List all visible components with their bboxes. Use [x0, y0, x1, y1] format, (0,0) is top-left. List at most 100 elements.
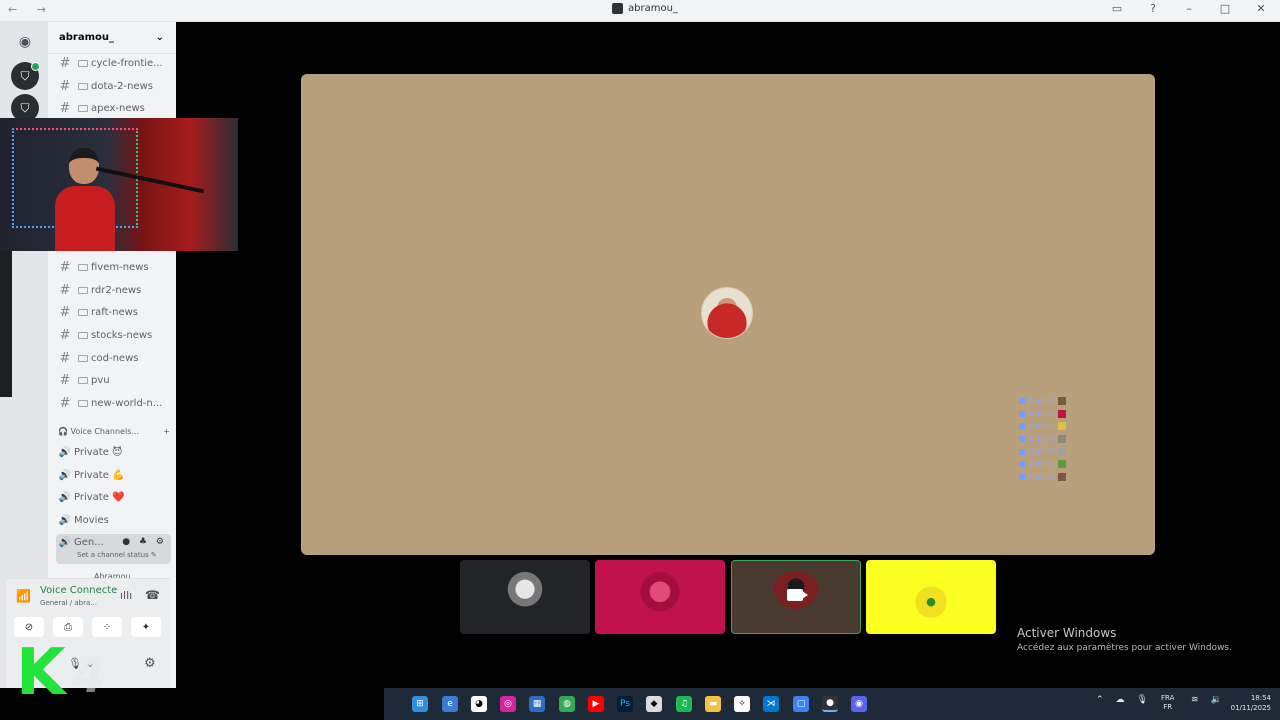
voice-channel-item[interactable]: 🔊 Private ❤️: [56, 487, 171, 507]
channel-label: raft-news: [91, 306, 138, 318]
language-code: FRA: [1161, 694, 1175, 702]
screen-share-button[interactable]: ⎙: [53, 617, 83, 637]
add-channel-button[interactable]: +: [163, 427, 170, 436]
discord-icon[interactable]: ◉: [851, 696, 867, 712]
help-icon[interactable]: ?: [1144, 2, 1162, 15]
streamer-head: [69, 148, 99, 184]
chat-badge-icon: [1019, 448, 1025, 455]
voice-channel-item[interactable]: 🔊 Movies: [56, 510, 171, 530]
system-tray: ⌃ ☁ 🎙: [1096, 695, 1148, 705]
chat-line: Arabia7: [1019, 471, 1067, 484]
participant-tile[interactable]: [460, 560, 590, 634]
chat-badge-icon: [1019, 461, 1025, 468]
participant-tile-self[interactable]: [731, 560, 861, 634]
channel-item[interactable]: # rdr2-news: [56, 280, 171, 300]
maximize-icon[interactable]: □: [1216, 2, 1234, 15]
voice-channel-item[interactable]: 🔊 Private 😈: [56, 442, 171, 462]
photoshop-icon[interactable]: Ps: [617, 696, 633, 712]
wifi-icon[interactable]: ≋: [1191, 695, 1199, 705]
channel-item[interactable]: # cycle-frontie...: [56, 53, 171, 73]
close-icon[interactable]: ✕: [1252, 2, 1270, 15]
video-camera-icon[interactable]: [787, 589, 808, 601]
cloud-icon[interactable]: ☁: [1116, 695, 1125, 705]
voice-category-label: Voice Channels...: [70, 427, 139, 436]
soundboard-button[interactable]: ✦: [131, 617, 161, 637]
vscode-icon[interactable]: ⋊: [763, 696, 779, 712]
chevron-up-icon[interactable]: ⌃: [1096, 695, 1104, 705]
voice-channel-label: Movies: [74, 514, 109, 526]
disconnect-icon[interactable]: ☎: [145, 588, 160, 602]
chrome-icon[interactable]: ◍: [559, 696, 575, 712]
chat-emote-icon: [1058, 397, 1067, 406]
voice-category[interactable]: 🎧 Voice Channels... +: [58, 427, 170, 436]
volume-icon[interactable]: 🔉: [1211, 695, 1222, 705]
voice-channel-item[interactable]: 🔊 Private 💪: [56, 465, 171, 485]
channel-item[interactable]: # stocks-news: [56, 325, 171, 345]
edge-icon[interactable]: e: [442, 696, 458, 712]
k4-logo-4: 4: [71, 648, 105, 704]
channel-item[interactable]: # cod-news: [56, 348, 171, 368]
channel-item[interactable]: # raft-news: [56, 302, 171, 322]
activate-windows-subtitle: Accédez aux paramètres pour activer Wind…: [1017, 643, 1232, 653]
spotify-icon[interactable]: ♫: [676, 696, 692, 712]
chat-badge-icon: [1019, 398, 1025, 405]
hash-icon: #: [59, 327, 71, 343]
instagram-icon[interactable]: ◎: [500, 696, 516, 712]
active-voice-channel[interactable]: 🔊 Gen... ● ♣ ⚙ Set a channel status ✎: [56, 534, 171, 564]
participant-tile[interactable]: [866, 560, 996, 634]
participant-tile[interactable]: [595, 560, 725, 634]
notepad-icon[interactable]: ▢: [793, 696, 809, 712]
start-icon[interactable]: ⊞: [412, 696, 428, 712]
chat-user: Arabia7: [1028, 422, 1056, 431]
active-channel-label: Gen...: [74, 537, 104, 548]
channel-item[interactable]: # apex-news: [56, 98, 171, 118]
camera-off-button[interactable]: ⊘: [14, 617, 44, 637]
store-icon[interactable]: ▦: [529, 696, 545, 712]
k4-logo: K 4: [16, 641, 105, 705]
guild-header[interactable]: abramou_ ⌄: [48, 22, 176, 54]
signal-icon[interactable]: 📶: [16, 589, 31, 603]
channel-item[interactable]: # fivem-news: [56, 257, 171, 277]
speaker-icon: 🔊: [58, 446, 72, 458]
capcut-icon[interactable]: ◆: [646, 696, 662, 712]
steam-icon[interactable]: ✧: [734, 696, 750, 712]
chat-user: Arabia7: [1028, 409, 1056, 418]
activities-button[interactable]: ⁘: [92, 617, 122, 637]
chat-line: Arabia7: [1019, 420, 1067, 433]
speaker-icon: 🔊: [58, 491, 72, 503]
speaker-icon: 🔊: [58, 537, 72, 548]
discord-home-icon[interactable]: ◉: [11, 28, 39, 56]
news-icon: [78, 104, 88, 112]
noise-suppression-icon[interactable]: ıllı: [120, 589, 132, 602]
inbox-icon[interactable]: ▭: [1108, 2, 1126, 15]
minimize-icon[interactable]: –: [1180, 2, 1198, 15]
file-explorer-icon[interactable]: ▬: [705, 696, 721, 712]
network-volume[interactable]: ≋ 🔉: [1191, 695, 1222, 705]
youtube-icon[interactable]: ▶: [588, 696, 604, 712]
microphone-tray-icon[interactable]: 🎙: [1137, 695, 1148, 705]
channel-item[interactable]: # new-world-n...: [56, 393, 171, 413]
hash-icon: #: [59, 282, 71, 298]
voice-channel-label: Private 💪: [74, 469, 125, 481]
channel-tools-icons[interactable]: ● ♣ ⚙: [122, 537, 167, 547]
hash-icon: #: [59, 395, 71, 411]
chat-user: Arabia7: [1028, 434, 1056, 443]
headphones-icon: 🎧: [58, 427, 68, 436]
participant-avatar: [499, 571, 551, 623]
hash-icon: #: [59, 55, 71, 71]
voice-status[interactable]: Voice Connecte: [40, 585, 117, 596]
nav-arrows[interactable]: ← →: [8, 3, 54, 16]
chat-user: Arabia7: [1028, 397, 1056, 405]
chat-emote-icon: [1058, 472, 1067, 481]
guild-name: abramou_: [59, 32, 114, 43]
channel-item[interactable]: # pvu: [56, 370, 171, 390]
speaker-avatar[interactable]: [701, 287, 753, 339]
channel-status-hint[interactable]: Set a channel status ✎: [77, 551, 157, 559]
clock[interactable]: 18:54 01/11/2025: [1227, 693, 1271, 713]
settings-gear-icon[interactable]: ⚙: [144, 656, 156, 671]
obs-icon[interactable]: ●: [822, 696, 838, 712]
language-indicator[interactable]: FRA FR: [1161, 694, 1174, 712]
github-icon[interactable]: ◕: [471, 696, 487, 712]
channel-item[interactable]: # dota-2-news: [56, 76, 171, 96]
voice-channel-label: Private 😈: [74, 446, 123, 458]
